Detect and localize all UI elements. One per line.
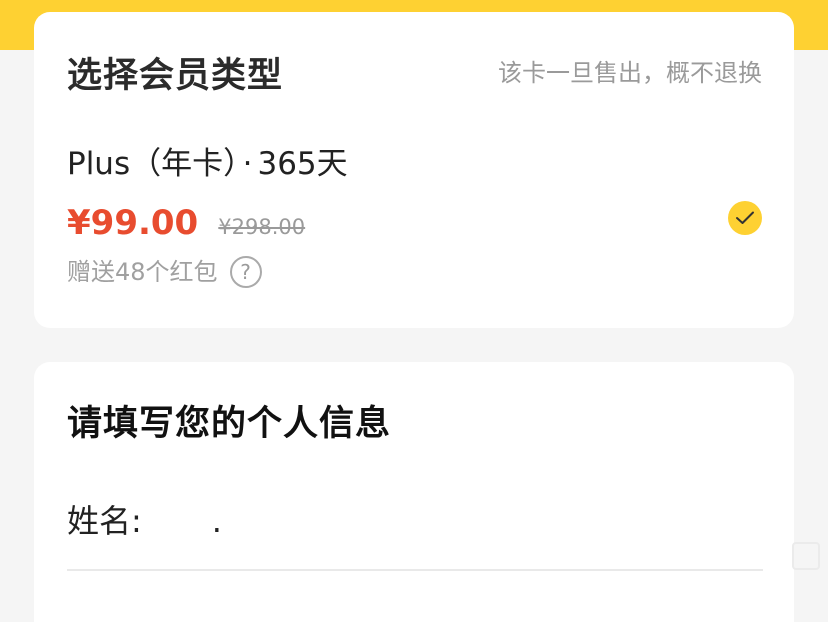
membership-section-title: 选择会员类型	[67, 56, 284, 96]
price-row: ¥99.00 ¥298.00	[67, 202, 305, 244]
name-label: 姓名:	[67, 502, 142, 540]
check-mark-icon	[736, 211, 754, 224]
name-field-divider	[67, 569, 763, 571]
gift-text: 赠送48个红包	[67, 258, 218, 286]
plan-separator: ·	[242, 146, 253, 182]
check-icon[interactable]	[728, 201, 762, 235]
personal-info-card: 请填写您的个人信息 姓名: .	[34, 362, 794, 622]
no-refund-notice: 该卡一旦售出，概不退换	[498, 59, 762, 87]
plan-title[interactable]: Plus（年卡） · 365天	[67, 144, 348, 184]
name-input[interactable]: .	[212, 501, 412, 541]
personal-info-title: 请填写您的个人信息	[67, 404, 392, 444]
plan-price: ¥99.00	[67, 203, 199, 243]
gift-row: 赠送48个红包 ?	[67, 255, 262, 289]
help-icon[interactable]: ?	[229, 256, 262, 288]
plan-original-price: ¥298.00	[218, 215, 306, 239]
plan-name: Plus（年卡）	[67, 146, 239, 182]
name-field-row: 姓名: .	[67, 501, 412, 541]
plan-duration: 365天	[257, 146, 348, 182]
membership-card: 选择会员类型 该卡一旦售出，概不退换 Plus（年卡） · 365天 ¥99.00 …	[34, 12, 794, 328]
watermark-icon	[792, 542, 820, 570]
